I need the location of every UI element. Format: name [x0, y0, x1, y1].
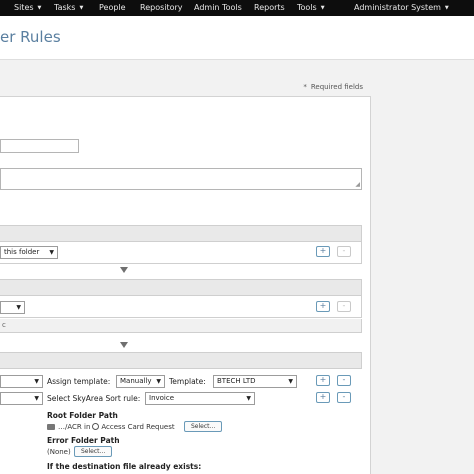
template-select[interactable]: BTECH LTD ▼: [213, 375, 297, 388]
nav-people[interactable]: People: [99, 0, 126, 16]
nav-people-label: People: [99, 3, 126, 12]
chevron-down-icon: ▼: [246, 395, 251, 402]
resize-grip-icon[interactable]: ◢: [355, 182, 360, 188]
sort-rule-label: Select SkyArea Sort rule:: [47, 394, 141, 403]
template-value: BTECH LTD: [217, 377, 256, 385]
triangle-down-icon: [120, 342, 128, 348]
second-action-select[interactable]: ▼: [0, 392, 43, 405]
globe-icon: [92, 423, 100, 430]
section-header-2: [0, 279, 362, 296]
nav-reports[interactable]: Reports: [254, 0, 285, 16]
sort-rule-select[interactable]: Invoice ▼: [145, 392, 255, 405]
chevron-down-icon: ▼: [34, 395, 39, 402]
chevron-down-icon: ▼: [79, 5, 84, 11]
add-button[interactable]: +: [316, 246, 330, 257]
assign-template-select[interactable]: Manually ▼: [116, 375, 165, 388]
chevron-down-icon: ▼: [49, 249, 54, 256]
chevron-down-icon: ▼: [320, 5, 325, 11]
root-path-prefix: …/ACR in: [58, 423, 91, 431]
nav-user-menu[interactable]: Administrator System ▼: [354, 0, 449, 16]
required-fields-label: Required fields: [310, 83, 363, 91]
action-select[interactable]: ▼: [0, 375, 43, 388]
nav-sites[interactable]: Sites ▼: [14, 0, 41, 16]
nav-repository-label: Repository: [140, 3, 183, 12]
nav-sites-label: Sites: [14, 3, 34, 12]
nav-tasks[interactable]: Tasks ▼: [54, 0, 83, 16]
remove-button[interactable]: -: [337, 301, 351, 312]
sort-rule-value: Invoice: [149, 394, 175, 402]
chevron-down-icon: ▼: [156, 378, 161, 385]
error-folder-path: (None): [47, 448, 71, 456]
required-fields-note: * Required fields: [303, 83, 363, 91]
name-input[interactable]: [0, 139, 79, 153]
chevron-down-icon: ▼: [34, 378, 39, 385]
add-button[interactable]: +: [316, 375, 330, 386]
nav-admin-tools[interactable]: Admin Tools: [194, 0, 242, 16]
assign-template-label: Assign template:: [47, 377, 111, 386]
add-button[interactable]: +: [316, 301, 330, 312]
error-folder-label: Error Folder Path: [47, 436, 120, 445]
remove-button[interactable]: -: [337, 392, 351, 403]
chevron-down-icon: ▼: [16, 304, 21, 311]
nav-tools[interactable]: Tools ▼: [297, 0, 325, 16]
required-star: *: [303, 83, 307, 91]
nav-tasks-label: Tasks: [54, 3, 76, 12]
condition-select[interactable]: ▼: [0, 301, 25, 314]
folder-scope-value: this folder: [4, 248, 40, 256]
nav-admin-tools-label: Admin Tools: [194, 3, 242, 12]
file-exists-label: If the destination file already exists:: [47, 462, 202, 471]
section-row-2: [0, 296, 362, 318]
assign-template-value: Manually: [120, 377, 152, 385]
add-button[interactable]: +: [316, 392, 330, 403]
remove-button[interactable]: -: [337, 375, 351, 386]
select-error-folder-button[interactable]: Select...: [74, 446, 113, 457]
section-subheader-2: c: [0, 319, 362, 333]
chevron-down-icon: ▼: [288, 378, 293, 385]
section-header-3: [0, 352, 362, 369]
description-textarea[interactable]: ◢: [0, 168, 362, 190]
section-subheader-text: c: [2, 321, 6, 329]
chevron-down-icon: ▼: [37, 5, 42, 11]
chevron-down-icon: ▼: [444, 5, 449, 11]
select-root-folder-button[interactable]: Select...: [184, 421, 223, 432]
page-title: er Rules: [0, 28, 61, 46]
template-label: Template:: [169, 377, 206, 386]
nav-tools-label: Tools: [297, 3, 317, 12]
nav-repository[interactable]: Repository: [140, 0, 183, 16]
top-nav-bar: Sites ▼ Tasks ▼ People Repository Admin To…: [0, 0, 474, 16]
root-path-name: Access Card Request: [101, 423, 175, 431]
triangle-down-icon: [120, 267, 128, 273]
folder-scope-select[interactable]: this folder ▼: [0, 246, 58, 259]
remove-button[interactable]: -: [337, 246, 351, 257]
section-header-1: [0, 225, 362, 242]
page-header: er Rules: [0, 16, 474, 60]
root-folder-label: Root Folder Path: [47, 411, 118, 420]
nav-user-label: Administrator System: [354, 3, 441, 12]
root-folder-path: …/ACR in Access Card Request: [47, 423, 175, 431]
nav-reports-label: Reports: [254, 3, 285, 12]
folder-icon: [47, 424, 55, 430]
